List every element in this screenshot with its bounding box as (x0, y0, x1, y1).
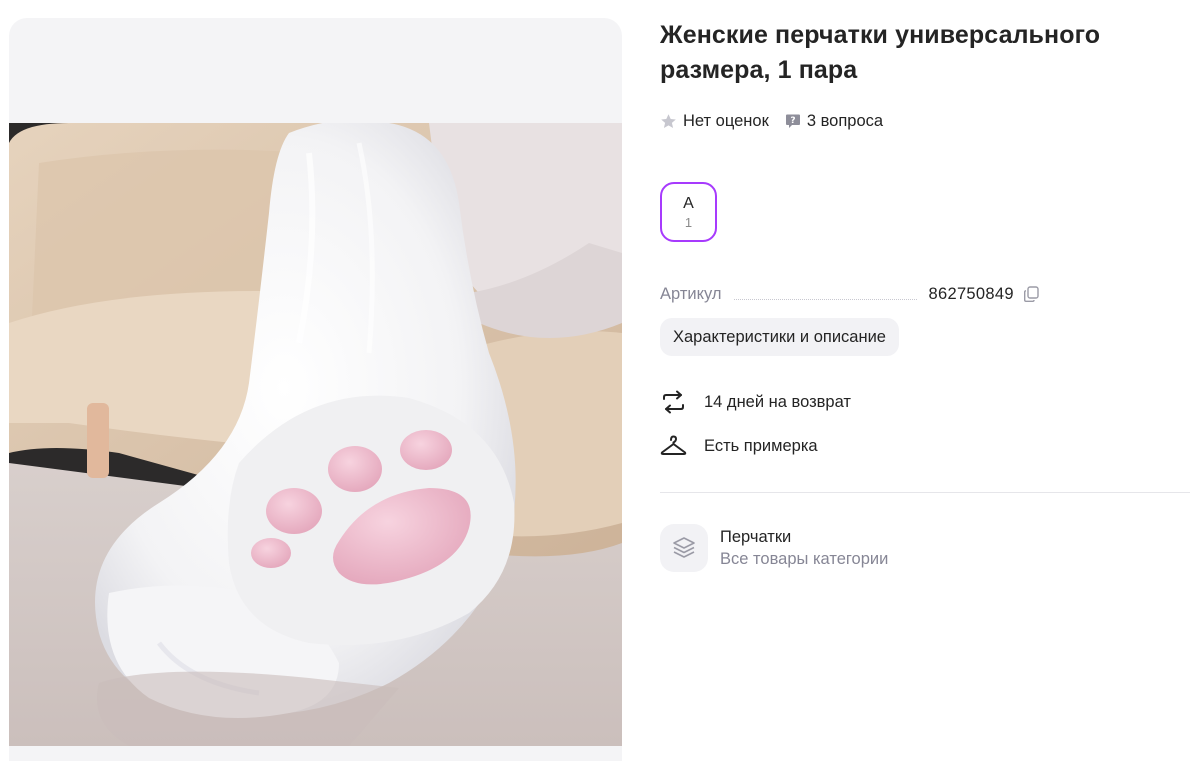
toe-bean (251, 538, 291, 568)
product-gallery (9, 18, 622, 761)
rating-text: Нет оценок (683, 111, 769, 130)
size-stock-count: 1 (684, 214, 693, 230)
characteristics-button[interactable]: Характеристики и описание (660, 318, 899, 356)
article-label: Артикул (660, 285, 722, 303)
article-row: Артикул 862750849 (660, 282, 1190, 304)
product-image[interactable] (9, 123, 622, 746)
rating[interactable]: Нет оценок (660, 112, 769, 131)
category-icon-box (660, 524, 708, 572)
size-option-selected[interactable]: A 1 (660, 182, 717, 242)
feature-fitting: Есть примерка (660, 434, 1190, 458)
copy-icon[interactable] (1022, 285, 1040, 303)
layers-icon (673, 537, 695, 558)
category-all-link[interactable]: Все товары категории (720, 548, 888, 570)
product-meta: Нет оценок ? 3 вопроса (660, 110, 1190, 132)
toe-bean (328, 446, 382, 492)
divider (660, 492, 1190, 493)
toe-bean (400, 430, 452, 470)
category-text: Перчатки Все товары категории (720, 526, 888, 570)
toe-bean (266, 488, 322, 534)
star-icon (661, 113, 676, 128)
product-info: Женские перчатки универсального размера,… (660, 18, 1190, 572)
category-link[interactable]: Перчатки Все товары категории (660, 524, 1190, 572)
questions-link[interactable]: ? 3 вопроса (769, 112, 883, 131)
article-dots (733, 299, 917, 300)
svg-text:?: ? (790, 116, 795, 126)
question-icon: ? (785, 114, 800, 128)
return-arrows-icon (663, 390, 684, 414)
product-title: Женские перчатки универсального размера,… (660, 21, 1101, 84)
article-value[interactable]: 862750849 (929, 285, 1014, 304)
hanger-icon (660, 435, 687, 455)
size-label: A (683, 194, 694, 212)
category-name: Перчатки (720, 528, 792, 546)
questions-text: 3 вопроса (806, 111, 884, 130)
feature-return-text: 14 дней на возврат (704, 392, 851, 411)
gallery-footer (9, 746, 622, 761)
feature-fitting-text: Есть примерка (704, 436, 818, 455)
paw-glove-photo (9, 123, 622, 746)
feature-return: 14 дней на возврат (660, 390, 1190, 414)
